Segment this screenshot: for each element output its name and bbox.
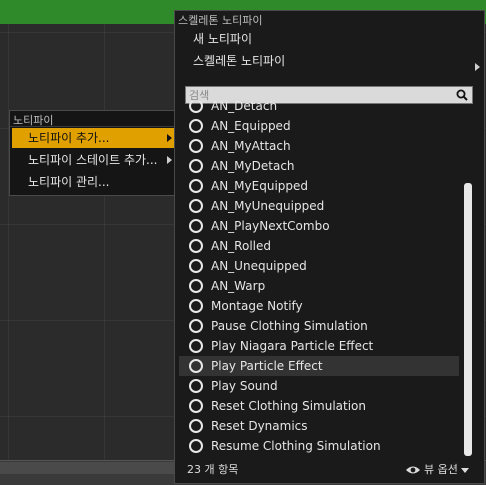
eye-icon (406, 466, 420, 474)
list-item[interactable]: Play Niagara Particle Effect (179, 336, 459, 356)
radio-icon (189, 279, 203, 293)
list-item[interactable]: AN_Unequipped (179, 256, 459, 276)
list-footer: 23 개 항목 뷰 옵션 (175, 460, 484, 482)
radio-icon (189, 359, 203, 373)
list-item-highlighted[interactable]: Play Particle Effect (179, 356, 459, 376)
chevron-down-icon (460, 467, 469, 473)
view-options-button[interactable]: 뷰 옵션 (405, 462, 469, 478)
notify-list: AN_Detach AN_Equipped AN_MyAttach AN_MyD… (179, 101, 463, 458)
list-item[interactable]: Play Sound (179, 376, 459, 396)
list-item[interactable]: Reset Dynamics (179, 416, 459, 436)
radio-icon (189, 159, 203, 173)
skeleton-notify-item[interactable]: 스켈레톤 노티파이 (181, 51, 285, 71)
radio-icon (189, 339, 203, 353)
submenu-arrow-icon (167, 156, 172, 164)
list-item[interactable]: AN_Equipped (179, 116, 459, 136)
radio-icon (189, 139, 203, 153)
radio-icon (189, 101, 203, 113)
menu-item-label: 노티파이 스테이트 추가... (28, 153, 158, 167)
radio-icon (189, 179, 203, 193)
menu-item-label: 노티파이 관리... (28, 175, 110, 189)
view-options-label: 뷰 옵션 (424, 463, 458, 476)
submenu-arrow-icon (167, 134, 172, 142)
editor-timeline-bar[interactable] (0, 462, 176, 474)
add-notify-item[interactable]: 노티파이 추가... (12, 128, 176, 148)
list-item[interactable]: AN_Warp (179, 276, 459, 296)
manage-notifies-item[interactable]: 노티파이 관리... (12, 172, 176, 192)
menu-item-label: 노티파이 추가... (28, 131, 110, 145)
menu-separator (10, 126, 180, 127)
list-item[interactable]: AN_PlayNextCombo (179, 216, 459, 236)
list-item[interactable]: Resume Clothing Simulation (179, 436, 459, 456)
submenu-arrow-icon (475, 63, 480, 71)
add-notify-state-item[interactable]: 노티파이 스테이트 추가... (12, 150, 176, 170)
list-item[interactable]: AN_Rolled (179, 236, 459, 256)
list-item[interactable]: AN_Detach (179, 101, 459, 116)
radio-icon (189, 239, 203, 253)
scrollbar-thumb[interactable] (464, 183, 472, 456)
list-item[interactable]: Reset Clothing Simulation (179, 396, 459, 416)
radio-icon (189, 379, 203, 393)
list-item[interactable]: AN_MyAttach (179, 136, 459, 156)
radio-icon (189, 299, 203, 313)
list-item[interactable]: AN_MyEquipped (179, 176, 459, 196)
radio-icon (189, 119, 203, 133)
new-notify-item[interactable]: 새 노티파이 (181, 29, 252, 49)
list-item[interactable]: Montage Notify (179, 296, 459, 316)
radio-icon (189, 439, 203, 453)
list-item[interactable]: AN_MyDetach (179, 156, 459, 176)
radio-icon (189, 419, 203, 433)
radio-icon (189, 399, 203, 413)
radio-icon (189, 219, 203, 233)
list-item[interactable]: Pause Clothing Simulation (179, 316, 459, 336)
skeleton-notify-submenu: 스켈레톤 노티파이 새 노티파이 스켈레톤 노티파이 검색 AN_Detach … (174, 10, 485, 484)
list-item[interactable]: AN_MyUnequipped (179, 196, 459, 216)
item-count: 23 개 항목 (187, 463, 239, 476)
radio-icon (189, 259, 203, 273)
radio-icon (189, 319, 203, 333)
menu-section-header: 스켈레톤 노티파이 (178, 14, 263, 27)
search-icon (456, 89, 468, 101)
notify-context-menu: 노티파이 노티파이 추가... 노티파이 스테이트 추가... 노티파이 관리.… (9, 110, 181, 196)
radio-icon (189, 199, 203, 213)
